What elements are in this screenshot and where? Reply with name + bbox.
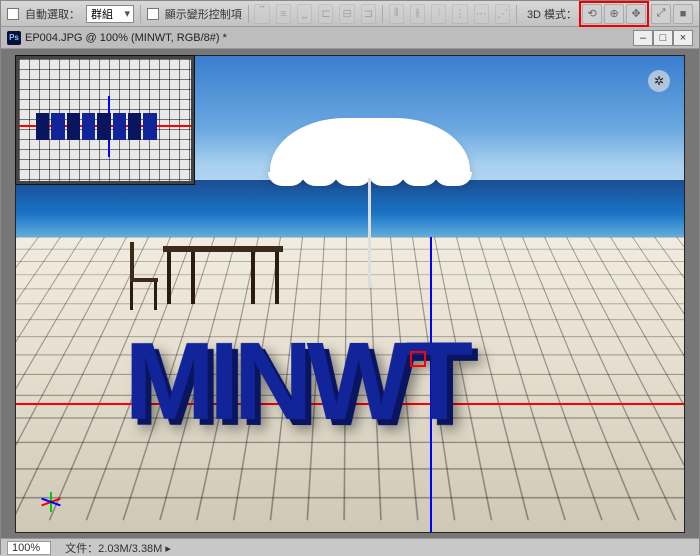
align-top-icon: ⎴ [254,4,269,24]
axis-gizmo[interactable] [40,488,66,514]
distribute-left-icon: ⋮ [452,4,467,24]
align-left-icon: ⊏ [318,4,333,24]
minimize-button[interactable]: – [633,30,653,46]
window-buttons: – □ × [633,30,693,46]
chevron-right-icon[interactable]: ▸ [165,543,171,555]
navigator-text-preview [36,113,156,140]
navigator-preview [19,59,191,181]
filesize-label: 文件： [65,543,98,555]
show-transform-checkbox[interactable] [147,8,159,20]
mode-3d-label: 3D 模式： [527,6,577,22]
align-right-icon: ⊐ [361,4,376,24]
rotate-3d-icon[interactable]: ⊕ [604,4,624,24]
separator [516,5,517,23]
secondary-view-icon[interactable]: ✲ [648,70,670,92]
distribute-vcenter-icon: ⫵ [410,4,425,24]
group-dropdown[interactable]: 群組 [86,5,134,23]
umbrella-canopy [270,118,470,178]
table-leg [191,252,195,304]
table-object [163,246,283,306]
table-leg [275,252,279,304]
close-button[interactable]: × [673,30,693,46]
show-transform-label: 顯示變形控制項 [165,6,242,22]
table-leg [251,252,255,304]
mode-3d-group: 3D 模式： ⟲ ⊕ ✥ ⤢ ■ [527,1,693,27]
align-vcenter-icon: ≡ [276,4,291,24]
table-top [163,246,283,252]
distribute-right-icon: ⋰ [495,4,510,24]
document-tab-bar: Ps EP004.JPG @ 100% (MINWT, RGB/8#) * – … [1,27,699,49]
align-bottom-icon: ⎵ [297,4,312,24]
distribute-bottom-icon: ⫶ [431,4,446,24]
distribute-hcenter-icon: ⋯ [474,4,489,24]
highlighted-3d-tools: ⟲ ⊕ ✥ [579,1,649,27]
orbit-3d-icon[interactable]: ⟲ [582,4,602,24]
restore-button[interactable]: □ [653,30,673,46]
canvas-area: MINWT ✲ [1,49,699,538]
options-bar: 自動選取： 群組 顯示變形控制項 ⎴ ≡ ⎵ ⊏ ⊟ ⊐ ⫴ ⫵ ⫶ ⋮ ⋯ ⋰… [1,1,699,27]
filesize-value: 2.03M/3.38M [98,543,162,555]
status-bar: 100% 文件：2.03M/3.38M ▸ [1,538,699,556]
chair-back [130,242,134,282]
chair-leg [130,282,133,310]
scale-3d-icon[interactable]: ⤢ [651,4,671,24]
chair-object [130,242,170,312]
chair-leg [154,282,157,310]
document-title: EP004.JPG @ 100% (MINWT, RGB/8#) * [25,32,227,44]
selection-cursor-icon [410,351,426,367]
pan-3d-icon[interactable]: ✥ [626,4,646,24]
camera-3d-icon[interactable]: ■ [673,4,693,24]
navigator-panel[interactable] [15,55,195,185]
3d-text-object[interactable]: MINWT [124,317,466,445]
auto-select-checkbox[interactable] [7,8,19,20]
zoom-level[interactable]: 100% [7,541,51,555]
document-tab[interactable]: Ps EP004.JPG @ 100% (MINWT, RGB/8#) * [7,31,227,45]
align-hcenter-icon: ⊟ [339,4,354,24]
distribute-top-icon: ⫴ [389,4,404,24]
separator [382,5,383,23]
separator [140,5,141,23]
umbrella-pole [368,178,371,288]
separator [248,5,249,23]
umbrella-object [270,118,470,238]
filesize-readout: 文件：2.03M/3.38M ▸ [65,540,171,556]
auto-select-label: 自動選取： [25,6,80,22]
photoshop-icon: Ps [7,31,21,45]
